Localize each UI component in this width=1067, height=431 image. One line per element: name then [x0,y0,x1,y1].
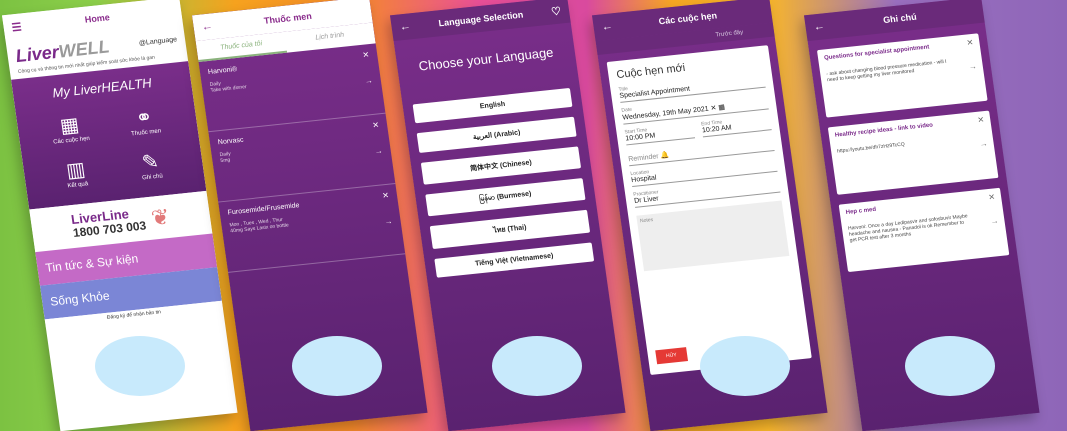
decorative-bubble [700,336,790,396]
page-title: Home [84,12,111,25]
notes-field[interactable]: Notes [636,200,790,272]
close-icon[interactable]: ✕ [382,191,390,201]
arrow-right-icon[interactable]: → [990,216,999,226]
calendar-icon[interactable]: ▦ [718,104,726,112]
arrow-right-icon[interactable]: → [364,76,373,86]
decorative-bubble [492,336,582,396]
note-card[interactable]: Hep c med Harvoni: Once a day Ledipasvir … [838,187,1010,273]
arrow-right-icon[interactable]: → [384,216,393,226]
note-card[interactable]: Healthy recipe ideas - link to video http… [827,110,999,195]
back-arrow-icon[interactable]: ← [601,20,614,33]
menu-icon[interactable]: ☰ [11,20,22,34]
lang-burmese-button[interactable]: မြန်မာ (Burmese) [425,178,586,217]
lang-chinese-button[interactable]: 简体中文 (Chinese) [420,146,582,185]
new-appointment-dialog: Cuộc hẹn mới Title Specialist Appointmen… [606,45,812,376]
arrow-right-icon[interactable]: → [968,62,977,72]
back-arrow-icon[interactable]: ← [399,20,412,33]
decorative-bubble [292,336,382,396]
note-card[interactable]: Questions for specialist appointment - as… [816,33,988,118]
arrow-right-icon[interactable]: → [374,146,383,156]
decorative-bubble [95,336,185,396]
page-title: Language Selection [437,9,524,29]
heart-icon[interactable]: ♡ [550,4,561,18]
lang-arabic-button[interactable]: العربية (Arabic) [416,116,577,153]
liver-mascot-icon: ❦ [149,203,172,231]
results-tile[interactable]: ▥ Kết quả [37,154,116,193]
close-icon[interactable]: ✕ [977,115,985,125]
decorative-bubble [905,336,995,396]
close-icon[interactable]: ✕ [362,50,370,60]
calendar-icon: ▦ [58,113,81,138]
close-icon[interactable]: ✕ [966,38,974,48]
pencil-icon: ✎ [140,150,161,175]
back-arrow-icon[interactable]: ← [201,20,214,33]
page-title: Ghi chú [882,11,918,26]
page-title: Thuốc men [263,10,313,26]
pill-icon: ⚭ [134,106,155,130]
chart-icon: ▥ [64,158,87,183]
my-liverhealth-section: My LiverHEALTH ▦ Các cuộc hẹn ⚭ Thuốc men … [11,61,207,210]
arrow-right-icon[interactable]: → [979,139,988,149]
close-icon[interactable]: ✕ [372,120,380,130]
appointments-tile[interactable]: ▦ Các cuộc hẹn [30,109,109,148]
back-arrow-icon[interactable]: ← [813,20,826,33]
lang-thai-button[interactable]: ไทย (Thai) [429,209,591,250]
notes-tile[interactable]: ✎ Ghi chú [111,146,190,185]
clear-icon[interactable]: ✕ [710,105,717,113]
page-title: Các cuộc hẹn [658,10,718,27]
medications-tile[interactable]: ⚭ Thuốc men [105,101,184,140]
language-button[interactable]: @Language [139,36,178,47]
bell-icon: 🔔 [660,152,670,160]
lang-vietnamese-button[interactable]: Tiếng Việt (Vietnamese) [434,242,595,278]
close-icon[interactable]: ✕ [988,192,996,202]
